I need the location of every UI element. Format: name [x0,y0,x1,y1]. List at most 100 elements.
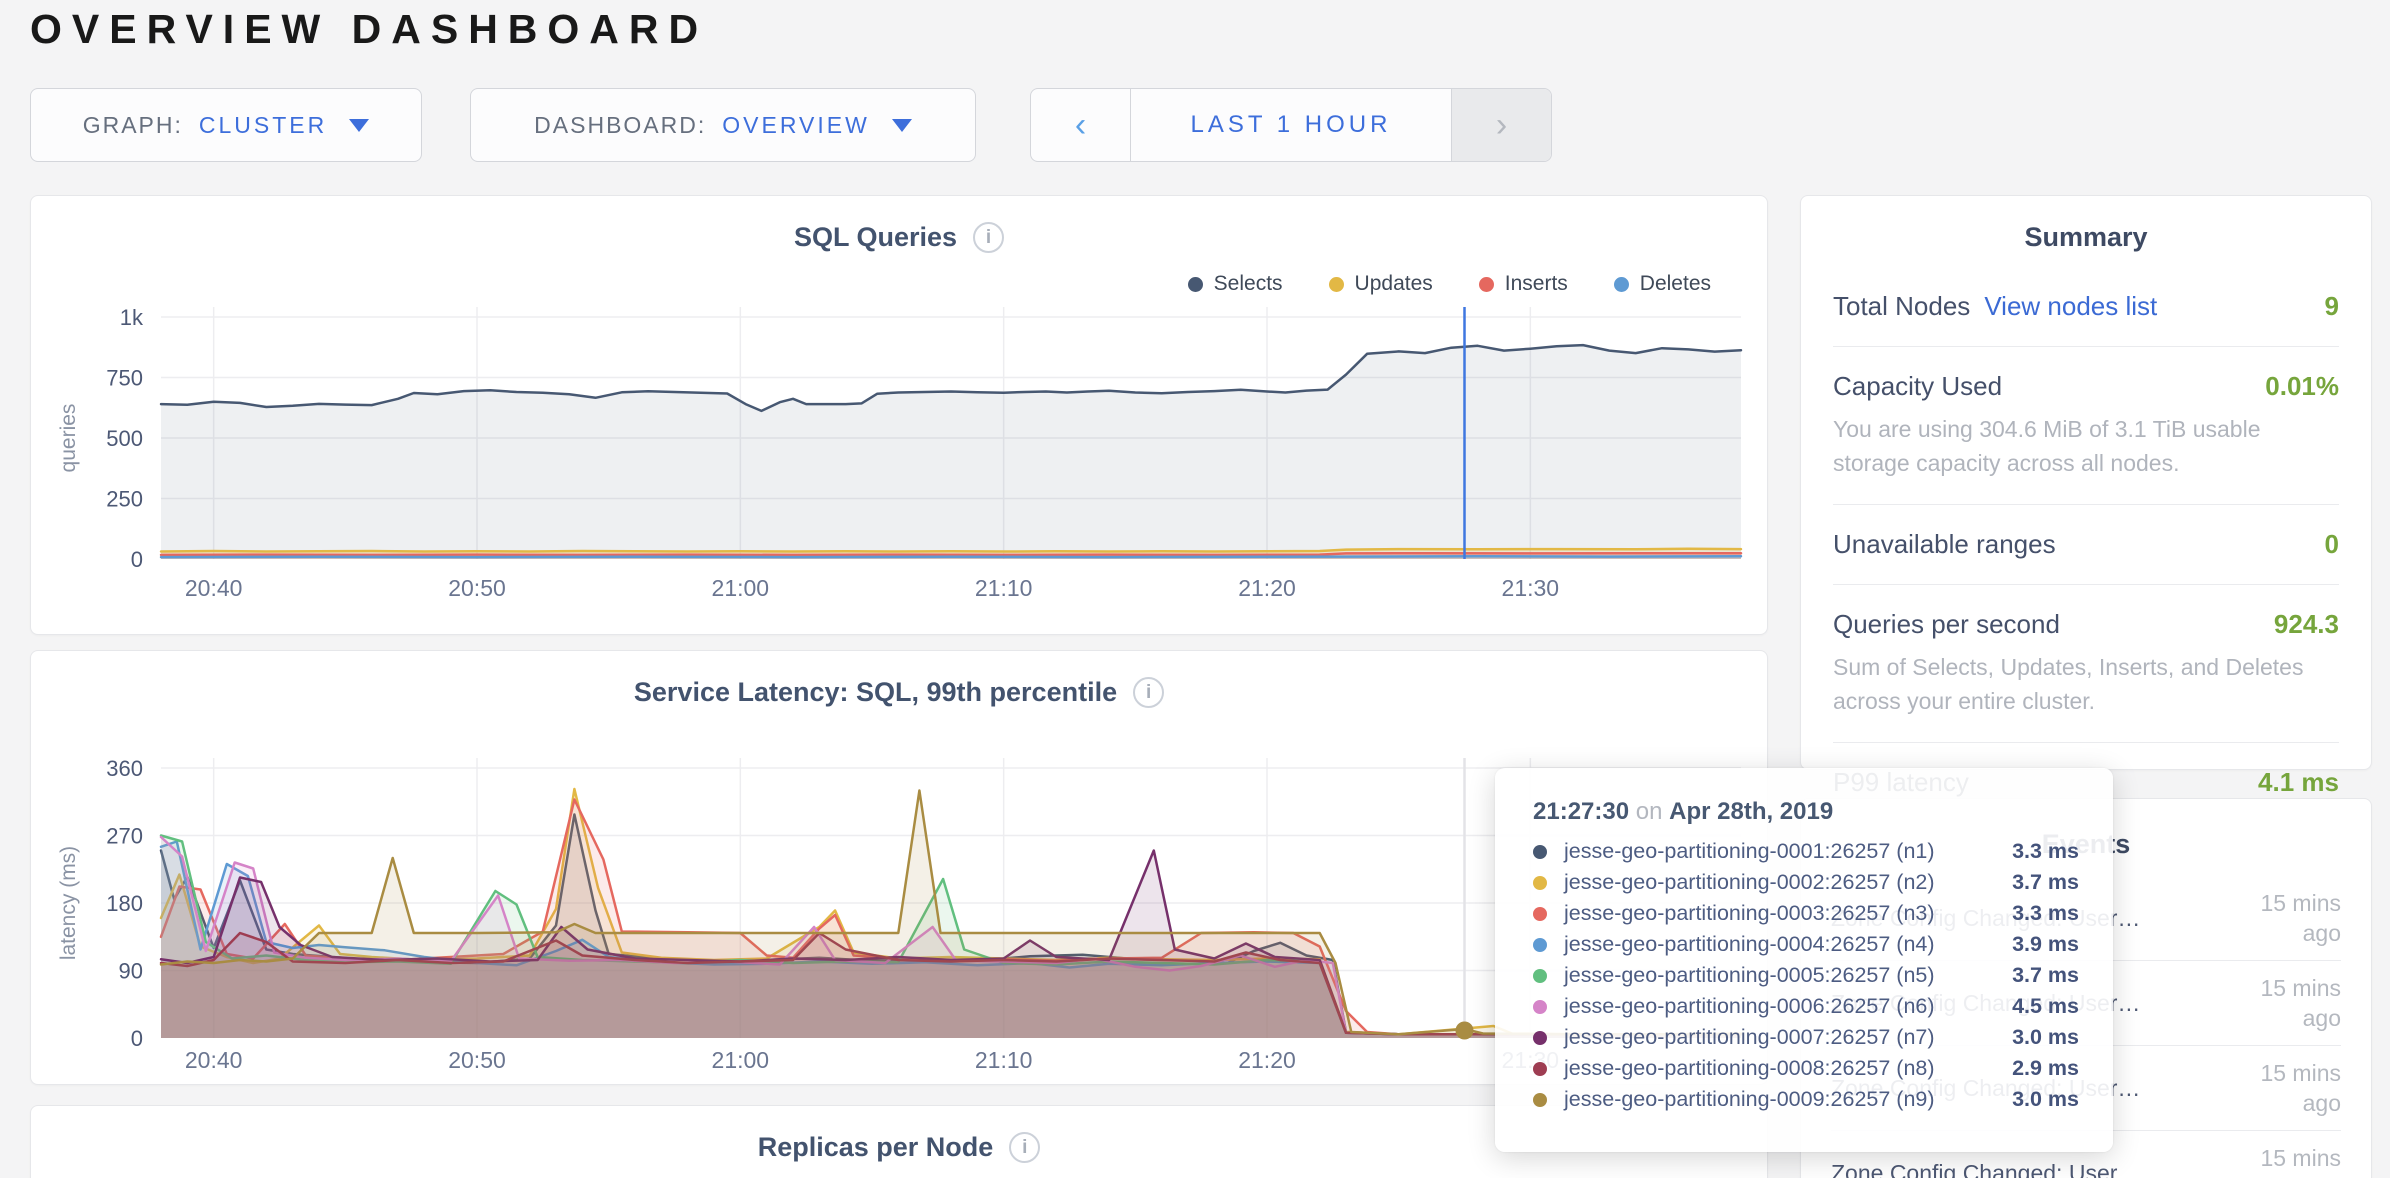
graph-dropdown[interactable]: GRAPH: CLUSTER [30,88,422,162]
dashboard-dropdown-label: DASHBOARD: [534,112,706,139]
tooltip-row: jesse-geo-partitioning-0005:26257 (n5) 3.… [1533,960,2079,991]
series-dot-icon [1533,876,1547,890]
capacity-used-description: You are using 304.6 MiB of 3.1 TiB usabl… [1833,412,2339,480]
p99-latency-value: 4.1 ms [2258,767,2339,798]
view-nodes-list-link[interactable]: View nodes list [1984,291,2157,322]
tooltip-node-name: jesse-geo-partitioning-0001:26257 (n1) [1564,839,1998,864]
overview-dashboard-screen: OVERVIEW DASHBOARD GRAPH: CLUSTER DASHBO… [0,0,2390,1178]
tooltip-row: jesse-geo-partitioning-0002:26257 (n2) 3.… [1533,867,2079,898]
svg-text:21:00: 21:00 [712,1047,770,1073]
summary-row-unavailable-ranges: Unavailable ranges 0 [1833,505,2339,585]
tooltip-node-value: 3.0 ms [2012,1025,2079,1050]
svg-text:180: 180 [106,891,143,916]
unavailable-ranges-label: Unavailable ranges [1833,529,2056,560]
svg-text:20:40: 20:40 [185,1047,243,1073]
qps-value: 924.3 [2274,609,2339,640]
svg-text:latency (ms): latency (ms) [57,846,80,960]
summary-row-qps: Queries per second 924.3 Sum of Selects,… [1833,585,2339,743]
capacity-used-label: Capacity Used [1833,371,2002,402]
svg-text:20:50: 20:50 [448,575,506,601]
tooltip-node-name: jesse-geo-partitioning-0007:26257 (n7) [1564,1025,1998,1050]
svg-text:21:00: 21:00 [712,575,770,601]
tooltip-node-value: 3.3 ms [2012,901,2079,926]
tooltip-node-name: jesse-geo-partitioning-0009:26257 (n9) [1564,1087,1998,1112]
qps-label: Queries per second [1833,609,2060,640]
tooltip-node-value: 3.7 ms [2012,870,2079,895]
tooltip-node-name: jesse-geo-partitioning-0006:26257 (n6) [1564,994,1998,1019]
capacity-used-value: 0.01% [2265,371,2339,402]
info-icon[interactable]: i [1009,1132,1040,1163]
svg-text:21:20: 21:20 [1238,1047,1296,1073]
event-time: 15 mins ago [2236,1143,2341,1178]
tooltip-date: Apr 28th, 2019 [1669,798,1833,825]
total-nodes-value: 9 [2325,291,2339,322]
svg-text:1k: 1k [120,305,144,330]
tooltip-node-name: jesse-geo-partitioning-0004:26257 (n4) [1564,932,1998,957]
svg-text:21:10: 21:10 [975,575,1033,601]
tooltip-row: jesse-geo-partitioning-0004:26257 (n4) 3.… [1533,929,2079,960]
tooltip-node-value: 2.9 ms [2012,1056,2079,1081]
dashboard-dropdown-value: OVERVIEW [722,112,870,139]
summary-row-capacity: Capacity Used 0.01% You are using 304.6 … [1833,347,2339,505]
time-prev-button[interactable]: ‹ [1031,89,1131,161]
qps-description: Sum of Selects, Updates, Inserts, and De… [1833,650,2339,718]
dashboard-dropdown[interactable]: DASHBOARD: OVERVIEW [470,88,976,162]
tooltip-node-name: jesse-geo-partitioning-0002:26257 (n2) [1564,870,1998,895]
svg-text:20:40: 20:40 [185,575,243,601]
svg-text:500: 500 [106,426,143,451]
svg-text:21:20: 21:20 [1238,575,1296,601]
sql-queries-chart[interactable]: 0 250 500 750 1k 20:40 20:50 21:00 21:10 21:20 21:… [31,196,1769,636]
svg-text:250: 250 [106,487,143,512]
tooltip-row: jesse-geo-partitioning-0006:26257 (n6) 4.… [1533,991,2079,1022]
chevron-down-icon [349,119,369,132]
series-dot-icon [1533,1031,1547,1045]
svg-text:20:50: 20:50 [448,1047,506,1073]
tooltip-row: jesse-geo-partitioning-0009:26257 (n9)3.… [1533,1084,2079,1115]
tooltip-node-value: 3.9 ms [2012,932,2079,957]
graph-dropdown-label: GRAPH: [83,112,183,139]
event-text: Zone Config Changed: User… [1831,1160,2222,1178]
event-time: 15 mins ago [2236,1058,2341,1118]
tooltip-node-value: 3.7 ms [2012,963,2079,988]
graph-dropdown-value: CLUSTER [199,112,327,139]
svg-text:queries: queries [57,404,80,473]
svg-text:0: 0 [131,547,143,572]
series-dot-icon [1533,1093,1547,1107]
tooltip-rows: jesse-geo-partitioning-0001:26257 (n1) 3.… [1533,836,2079,1115]
tooltip-node-value: 3.3 ms [2012,839,2079,864]
total-nodes-label: Total Nodes [1833,291,1970,322]
tooltip-header: 21:27:30 on Apr 28th, 2019 [1533,798,2079,826]
svg-text:360: 360 [106,756,143,781]
svg-text:90: 90 [119,959,143,984]
event-time: 15 mins ago [2236,888,2341,948]
replicas-per-node-chart-title: Replicas per Node [758,1132,994,1163]
series-dot-icon [1533,969,1547,983]
svg-text:21:30: 21:30 [1502,575,1560,601]
series-dot-icon [1533,907,1547,921]
series-dot-icon [1533,938,1547,952]
summary-title: Summary [1833,222,2339,253]
tooltip-node-name: jesse-geo-partitioning-0003:26257 (n3) [1564,901,1998,926]
summary-row-total-nodes: Total Nodes View nodes list 9 [1833,267,2339,347]
series-dot-icon [1533,1062,1547,1076]
event-time: 15 mins ago [2236,973,2341,1033]
time-next-button[interactable]: › [1451,89,1551,161]
svg-text:750: 750 [106,366,143,391]
sql-queries-panel: SQL Queries i SelectsUpdatesInsertsDelet… [30,195,1768,635]
time-range-button[interactable]: LAST 1 HOUR [1131,89,1451,161]
svg-text:270: 270 [106,824,143,849]
summary-panel: Summary Total Nodes View nodes list 9 Ca… [1800,195,2372,770]
chart-tooltip: 21:27:30 on Apr 28th, 2019 jesse-geo-par… [1495,768,2113,1152]
series-dot-icon [1533,845,1547,859]
tooltip-row: jesse-geo-partitioning-0003:26257 (n3) 3.… [1533,898,2079,929]
tooltip-row: jesse-geo-partitioning-0007:26257 (n7) 3.… [1533,1022,2079,1053]
unavailable-ranges-value: 0 [2325,529,2339,560]
tooltip-time: 21:27:30 [1533,798,1629,825]
page-title: OVERVIEW DASHBOARD [30,6,708,53]
time-range-selector: ‹ LAST 1 HOUR › [1030,88,1552,162]
svg-text:0: 0 [131,1026,143,1051]
tooltip-node-name: jesse-geo-partitioning-0005:26257 (n5) [1564,963,1998,988]
tooltip-node-value: 4.5 ms [2012,994,2079,1019]
tooltip-row: jesse-geo-partitioning-0001:26257 (n1) 3.… [1533,836,2079,867]
series-dot-icon [1533,1000,1547,1014]
